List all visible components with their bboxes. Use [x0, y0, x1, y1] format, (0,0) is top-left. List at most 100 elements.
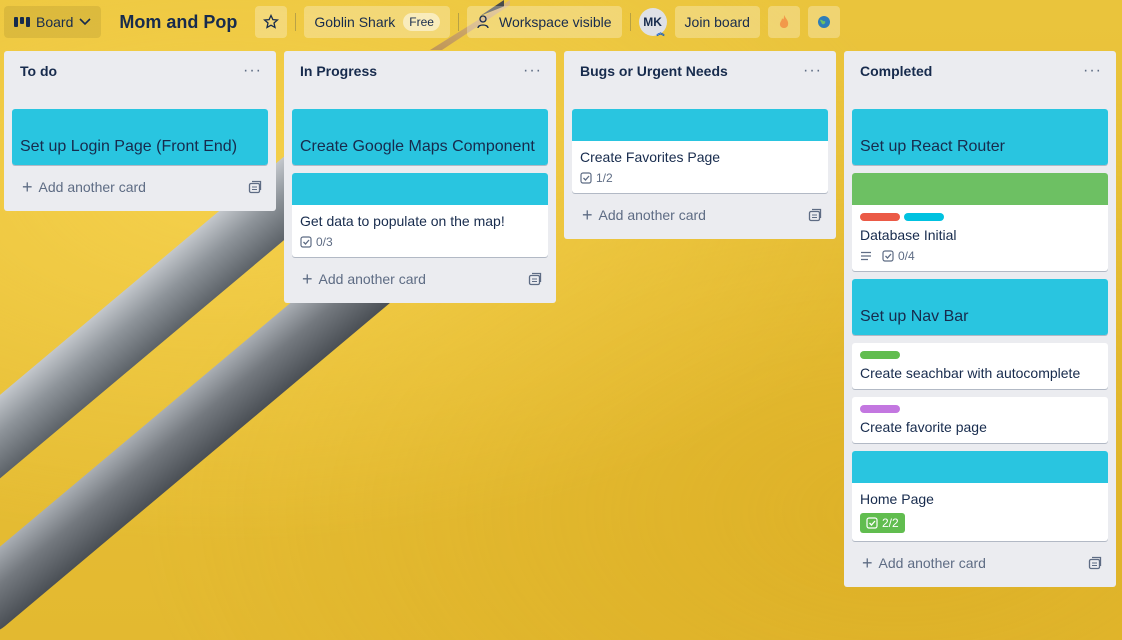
card-title: Set up Login Page (Front End) — [20, 138, 238, 155]
plan-badge: Free — [403, 13, 440, 31]
chevron-down-icon — [79, 18, 91, 26]
card[interactable]: Set up Login Page (Front End) — [12, 109, 268, 165]
list-in-progress: In Progress ··· Create Google Maps Compo… — [284, 51, 556, 303]
list-header: Bugs or Urgent Needs ··· — [572, 51, 828, 91]
card-list: Create Favorites Page 1/2 — [572, 91, 828, 193]
list-menu-icon[interactable]: ··· — [243, 62, 262, 80]
card-cover: Set up Login Page (Front End) — [12, 109, 268, 165]
board-icon — [14, 17, 30, 27]
checklist-icon — [300, 236, 312, 248]
card-list: Set up React Router Database Initial 0/4 — [852, 91, 1108, 541]
card-title: Set up React Router — [860, 138, 1005, 155]
card-title: Create favorite page — [860, 419, 987, 435]
workspace-button[interactable]: Goblin Shark Free — [304, 6, 450, 38]
visibility-button[interactable]: Workspace visible — [466, 6, 622, 38]
list-menu-icon[interactable]: ··· — [523, 62, 542, 80]
card-template-icon[interactable] — [808, 208, 822, 222]
list-bugs-urgent: Bugs or Urgent Needs ··· Create Favorite… — [564, 51, 836, 239]
add-card-button[interactable]: + Add another card — [572, 199, 828, 231]
card-title: Get data to populate on the map! — [300, 213, 505, 229]
list-title[interactable]: To do — [20, 63, 57, 79]
list-title[interactable]: Bugs or Urgent Needs — [580, 63, 728, 79]
card-template-icon[interactable] — [248, 180, 262, 194]
card-labels — [860, 351, 1100, 359]
card-cover — [852, 173, 1108, 205]
plus-icon: + — [302, 269, 313, 289]
power-up-button[interactable] — [767, 6, 800, 38]
checklist-count: 0/3 — [316, 235, 333, 249]
card-template-icon[interactable] — [528, 272, 542, 286]
card-title: Create Google Maps Component — [300, 138, 535, 155]
list-header: In Progress ··· — [292, 51, 548, 91]
card-list: Set up Login Page (Front End) — [12, 91, 268, 165]
globe-icon — [817, 16, 830, 28]
checklist-badge: 0/4 — [882, 249, 915, 263]
plus-icon: + — [22, 177, 33, 197]
checklist-count: 0/4 — [898, 249, 915, 263]
list-to-do: To do ··· Set up Login Page (Front End) … — [4, 51, 276, 211]
add-card-button[interactable]: + Add another card — [292, 263, 548, 295]
join-board-button[interactable]: Join board — [674, 6, 760, 38]
add-card-label: Add another card — [878, 555, 986, 571]
checklist-count: 2/2 — [882, 516, 899, 530]
list-header: To do ··· — [12, 51, 268, 91]
list-header: Completed ··· — [852, 51, 1108, 91]
visibility-label: Workspace visible — [498, 14, 612, 30]
checklist-count: 1/2 — [596, 171, 613, 185]
card-template-icon[interactable] — [1088, 556, 1102, 570]
add-card-button[interactable]: + Add another card — [12, 171, 268, 203]
extension-button[interactable] — [807, 6, 840, 38]
card-cover — [292, 173, 548, 205]
card-cover: Create Google Maps Component — [292, 109, 548, 165]
list-menu-icon[interactable]: ··· — [803, 62, 822, 80]
join-board-label: Join board — [684, 14, 750, 30]
people-icon — [477, 15, 489, 29]
add-card-label: Add another card — [38, 179, 146, 195]
card[interactable]: Create favorite page — [852, 397, 1108, 443]
workspace-name: Goblin Shark — [314, 14, 396, 30]
label-green[interactable] — [860, 351, 900, 359]
label-sky[interactable] — [904, 213, 944, 221]
card[interactable]: Set up React Router — [852, 109, 1108, 165]
checklist-icon — [882, 250, 894, 262]
list-title[interactable]: In Progress — [300, 63, 377, 79]
checklist-icon — [580, 172, 592, 184]
add-card-label: Add another card — [318, 271, 426, 287]
add-card-label: Add another card — [598, 207, 706, 223]
divider — [457, 13, 459, 31]
board-view-switcher[interactable]: Board — [4, 6, 102, 38]
card[interactable]: Create seachbar with autocomplete — [852, 343, 1108, 389]
card[interactable]: Database Initial 0/4 — [852, 173, 1108, 271]
star-icon — [263, 14, 280, 29]
card[interactable]: Set up Nav Bar — [852, 279, 1108, 335]
card-labels — [860, 213, 1100, 221]
avatar[interactable]: MK ︽ — [638, 8, 667, 37]
checklist-complete-badge: 2/2 — [860, 513, 905, 533]
plus-icon: + — [582, 205, 593, 225]
divider — [295, 13, 297, 31]
card[interactable]: Create Google Maps Component — [292, 109, 548, 165]
card[interactable]: Create Favorites Page 1/2 — [572, 109, 828, 193]
board-title[interactable]: Mom and Pop — [109, 12, 247, 33]
add-card-button[interactable]: + Add another card — [852, 547, 1108, 579]
card-title: Set up Nav Bar — [860, 308, 969, 325]
label-red[interactable] — [860, 213, 900, 221]
divider — [629, 13, 631, 31]
card-cover: Set up Nav Bar — [852, 279, 1108, 335]
label-purple[interactable] — [860, 405, 900, 413]
checklist-badge: 0/3 — [300, 235, 333, 249]
card-list: Create Google Maps Component Get data to… — [292, 91, 548, 257]
card-title: Create seachbar with autocomplete — [860, 365, 1081, 381]
card[interactable]: Get data to populate on the map! 0/3 — [292, 173, 548, 257]
card-title: Home Page — [860, 491, 934, 507]
list-title[interactable]: Completed — [860, 63, 932, 79]
description-icon — [861, 251, 871, 261]
list-completed: Completed ··· Set up React Router Databa… — [844, 51, 1116, 587]
flame-icon — [779, 15, 789, 28]
board-view-label: Board — [36, 14, 74, 30]
plus-icon: + — [862, 553, 873, 573]
list-menu-icon[interactable]: ··· — [1083, 62, 1102, 80]
star-button[interactable] — [255, 6, 288, 38]
card[interactable]: Home Page 2/2 — [852, 451, 1108, 541]
card-cover: Set up React Router — [852, 109, 1108, 165]
